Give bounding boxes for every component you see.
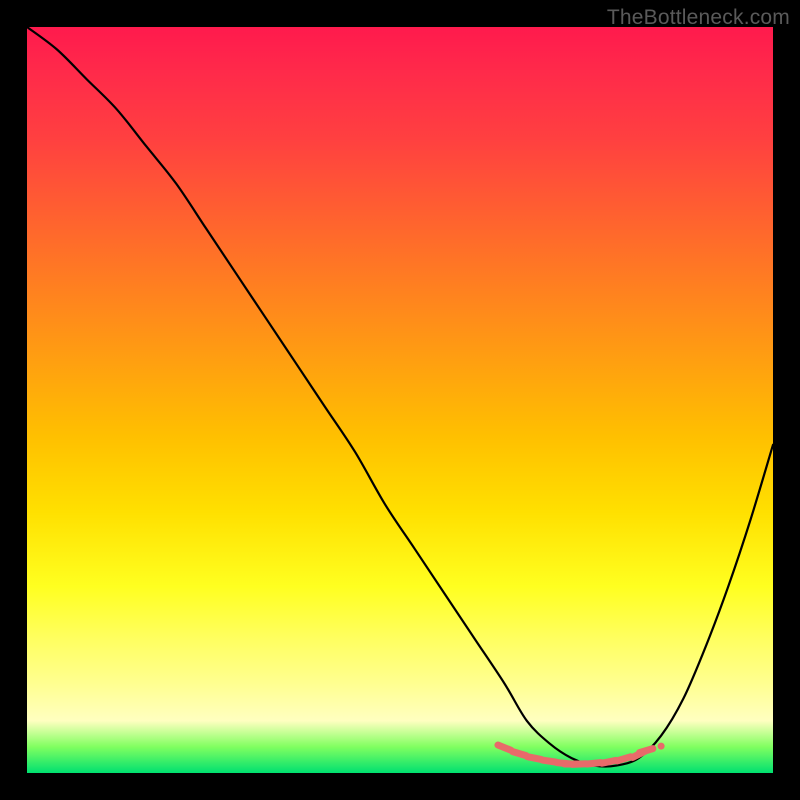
- optimal-marker: [639, 749, 652, 753]
- optimal-marker: [617, 757, 630, 761]
- optimal-marker: [513, 752, 526, 756]
- optimal-range-markers: [498, 745, 661, 764]
- optimal-marker: [498, 745, 511, 750]
- chart-svg: [27, 27, 773, 773]
- chart-plot-area: [27, 27, 773, 773]
- bottleneck-curve-line: [27, 27, 773, 766]
